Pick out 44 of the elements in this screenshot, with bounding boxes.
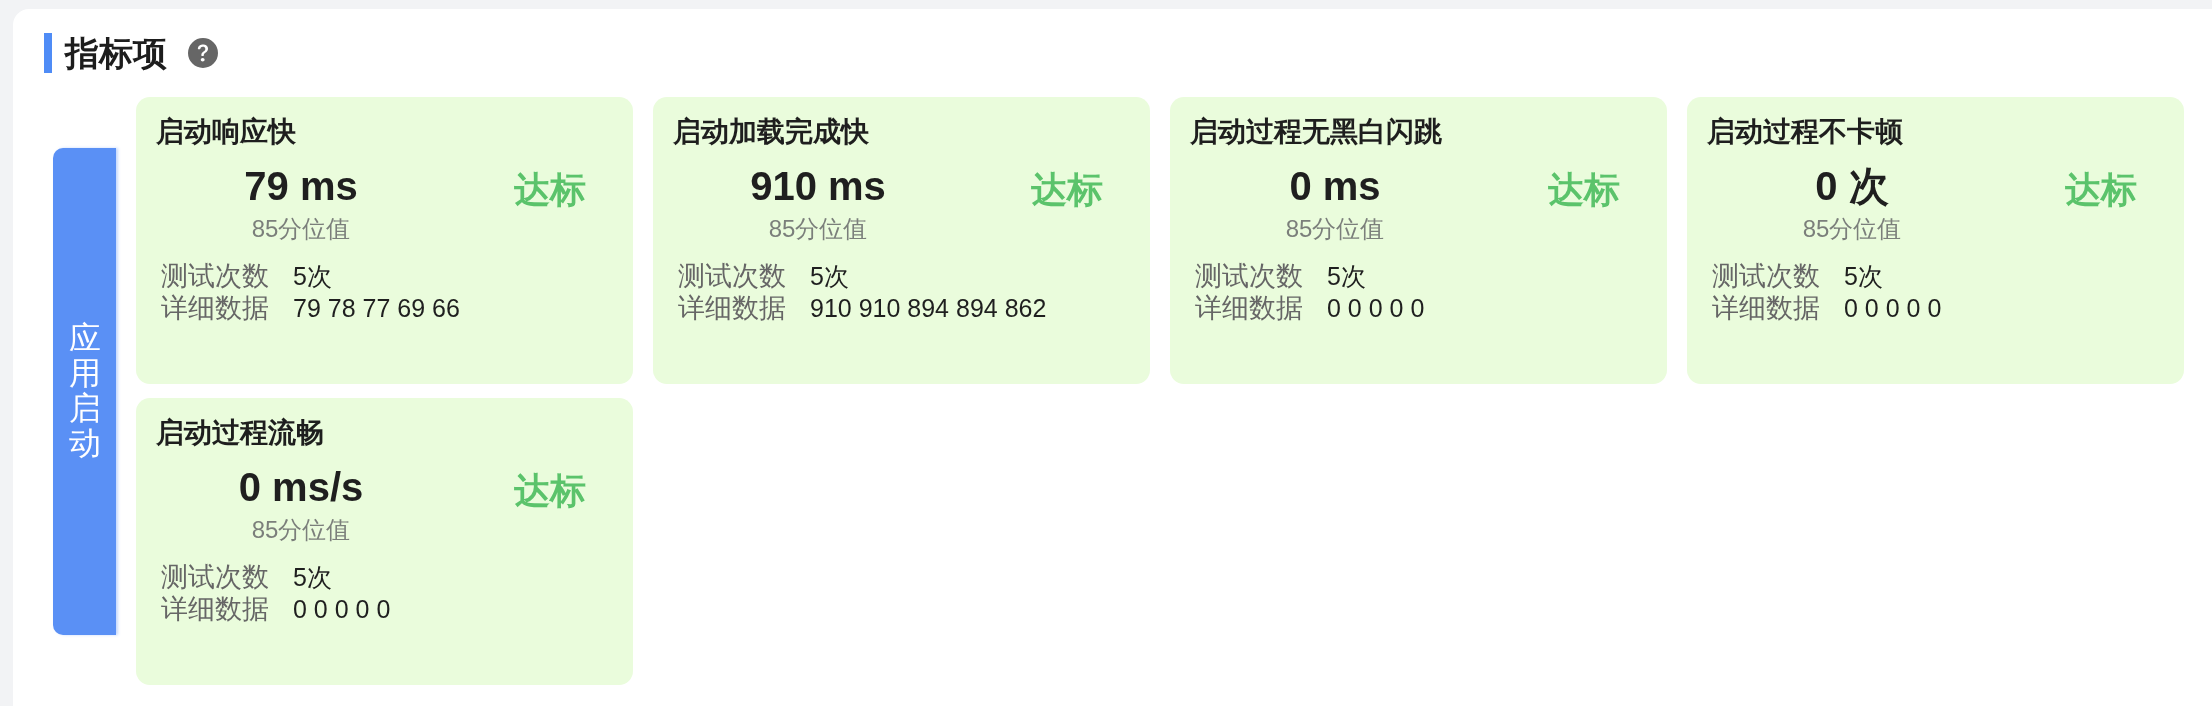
stat-label: 测试次数 <box>161 260 269 292</box>
stat-value: 5次 <box>293 261 333 292</box>
section-title: 指标项 <box>65 33 167 73</box>
stat-value: 0 0 0 0 0 <box>1844 293 1942 324</box>
card-title: 启动过程不卡顿 <box>1707 115 1903 149</box>
percentile-caption: 85分位值 <box>1285 214 1385 243</box>
help-icon[interactable] <box>188 38 218 68</box>
stat-value: 0 0 0 0 0 <box>293 594 391 625</box>
percentile-caption: 85分位值 <box>251 214 351 243</box>
status-label: 达标 <box>2065 168 2137 211</box>
stat-value: 910 910 894 894 862 <box>810 293 1047 324</box>
metric-value: 0 ms <box>1289 163 1381 210</box>
status-label: 达标 <box>1031 168 1103 211</box>
stat-label: 详细数据 <box>1712 292 1820 324</box>
accent-bar <box>44 33 52 73</box>
metric-value: 0 次 <box>1815 163 1889 210</box>
status-label: 达标 <box>514 469 586 512</box>
percentile-caption: 85分位值 <box>251 515 351 544</box>
category-label: 应用启动 <box>68 320 101 462</box>
metric-value: 910 ms <box>750 163 886 210</box>
stat-value: 0 0 0 0 0 <box>1327 293 1425 324</box>
stat-label: 测试次数 <box>678 260 786 292</box>
status-label: 达标 <box>514 168 586 211</box>
card-title: 启动加载完成快 <box>673 115 869 149</box>
percentile-caption: 85分位值 <box>1802 214 1902 243</box>
stat-value: 5次 <box>810 261 850 292</box>
metric-value: 0 ms/s <box>238 464 364 511</box>
metric-value: 79 ms <box>244 163 358 210</box>
card-title: 启动过程无黑白闪跳 <box>1190 115 1442 149</box>
stat-label: 详细数据 <box>678 292 786 324</box>
stat-label: 详细数据 <box>1195 292 1303 324</box>
stat-label: 详细数据 <box>161 593 269 625</box>
status-label: 达标 <box>1548 168 1620 211</box>
stat-value: 79 78 77 69 66 <box>293 293 460 324</box>
stat-value: 5次 <box>293 562 333 593</box>
stat-value: 5次 <box>1327 261 1367 292</box>
stat-label: 测试次数 <box>161 561 269 593</box>
stat-label: 测试次数 <box>1195 260 1303 292</box>
stat-label: 详细数据 <box>161 292 269 324</box>
stat-value: 5次 <box>1844 261 1884 292</box>
percentile-caption: 85分位值 <box>768 214 868 243</box>
card-title: 启动过程流畅 <box>156 416 324 450</box>
card-title: 启动响应快 <box>156 115 296 149</box>
stat-label: 测试次数 <box>1712 260 1820 292</box>
